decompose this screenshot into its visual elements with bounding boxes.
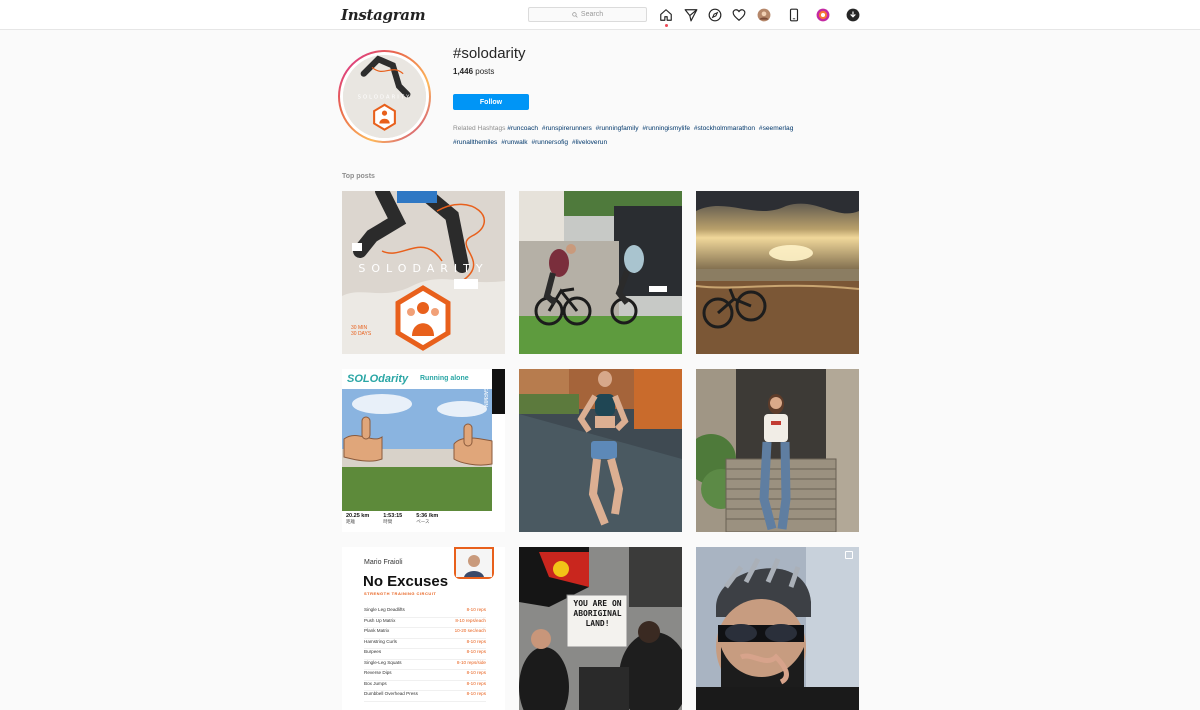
post-image [696,191,859,354]
exercise-name: Hamstring Curls [364,638,397,644]
post-side-label: GARMIN [482,387,488,407]
instagram-logo[interactable]: Instagram [341,6,426,24]
exercise-reps: 8-10 reps/each [455,617,486,623]
post-image [519,369,682,532]
search-input[interactable]: Search [528,7,647,22]
direct-messages-icon[interactable] [684,8,698,22]
post-tile[interactable]: SOLODARITY 30 MIN 30 DAYS [342,191,505,354]
post-image [342,369,505,532]
exercise-row: Box Jumps 8-10 reps [364,680,486,691]
post-tile[interactable] [519,369,682,532]
stat-item: 20.25 km 距離 [346,513,369,525]
exercise-reps: 8-10 reps [466,670,486,675]
related-hashtag-link[interactable]: #runallthemiles [453,139,497,146]
post-tile[interactable]: YOU ARE ON ABORIGINAL LAND! [519,547,682,710]
post-tile[interactable] [696,191,859,354]
author-photo [456,549,492,577]
exercise-name: Single-Leg Squats [364,659,402,665]
stat-item: 1:53:15 時間 [383,513,402,525]
post-brand-text: SOLODARITY [358,262,489,275]
exercise-name: Push Up Matrix [364,617,396,623]
post-subtitle: Running alone [420,375,469,382]
exercise-list: Single Leg Deadlifts 8-10 reps Push Up Ma… [364,607,486,702]
exercise-row: Burpees 8-10 reps [364,649,486,660]
post-title: No Excuses [363,573,449,590]
exercise-name: Dumbbell Overhead Press [364,691,418,696]
home-icon[interactable] [659,8,673,22]
top-navigation-bar: Instagram Search [0,0,1200,30]
hashtag-profile-picture[interactable]: SOLODARITY [338,50,431,143]
related-hashtags-label: Related Hashtags [453,125,506,132]
post-stat-block: 20.25 km 距離 1:53:15 時間 5:36 /km ペース [346,513,476,525]
post-photo-frame [454,547,494,579]
exercise-reps: 8-10 reps [466,607,486,612]
mobile-phone-icon[interactable] [787,8,801,22]
exercise-reps: 8-10 reps [466,638,486,644]
related-hashtag-link[interactable]: #runcoach [507,125,538,132]
svg-text:SOLODARITY: SOLODARITY [358,95,412,101]
related-hashtag-link[interactable]: #runwalk [501,139,527,146]
user-avatar[interactable] [757,8,771,22]
exercise-row: Hamstring Curls 8-10 reps [364,638,486,649]
exercise-reps: 8-10 reps [466,680,486,686]
post-count: 1,446 posts [453,67,494,76]
post-tile[interactable]: Mario Fraioli No Excuses STRENGTH TRAINI… [342,547,505,710]
extension-icon[interactable] [816,8,830,22]
top-posts-grid: SOLODARITY 30 MIN 30 DAYS SOLOdarity Run… [342,191,860,710]
search-icon [572,11,578,18]
exercise-reps: 8-10 reps [466,691,486,696]
related-hashtag-link[interactable]: #runningfamily [596,125,639,132]
post-subtitle: STRENGTH TRAINING CIRCUIT [364,591,437,596]
post-note: 30 DAYS [351,331,372,337]
related-hashtag-link[interactable]: #seemerlag [759,125,793,132]
post-tile[interactable] [519,191,682,354]
post-image [519,191,682,354]
post-image [696,547,859,710]
exercise-reps: 8-10 reps [466,649,486,654]
post-title: SOLOdarity [347,373,409,385]
solodarity-runner-logo: SOLODARITY [343,55,426,138]
post-tile[interactable] [696,547,859,710]
exercise-name: Single Leg Deadlifts [364,607,405,612]
related-hashtag-link[interactable]: #liveloverun [572,139,607,146]
exercise-name: Burpees [364,649,382,654]
stat-item: 5:36 /km ペース [416,513,438,525]
related-hashtag-link[interactable]: #runspirerunners [542,125,592,132]
related-hashtags: Related Hashtags #runcoach #runspirerunn… [453,122,853,150]
post-count-number: 1,446 [453,67,474,76]
top-posts-label: Top posts [342,173,375,180]
exercise-row: Single-Leg Squats 8-10 reps/side [364,659,486,670]
exercise-name: Reverse Dips [364,670,392,675]
protest-sign-text: YOU ARE ON ABORIGINAL LAND! [573,599,622,628]
exercise-row: Plank Matrix 10-20 sec/each [364,628,486,639]
related-hashtag-link[interactable]: #runningismylife [642,125,690,132]
stat-label: 距離 [346,519,355,524]
exercise-row: Dumbbell Overhead Press 8-10 reps [364,691,486,702]
related-hashtag-link[interactable]: #stockholmmarathon [694,125,755,132]
post-image [696,369,859,532]
follow-button[interactable]: Follow [453,94,529,110]
active-indicator-dot [665,24,668,27]
exercise-reps: 8-10 reps/side [456,659,486,665]
search-placeholder: Search [580,11,604,18]
post-tile[interactable] [696,369,859,532]
post-author-name: Mario Fraioli [364,559,403,566]
exercise-row: Push Up Matrix 8-10 reps/each [364,617,486,628]
stat-label: ペース [416,519,430,524]
activity-heart-icon[interactable] [732,8,746,22]
exercise-row: Single Leg Deadlifts 8-10 reps [364,607,486,618]
multiple-photos-icon [845,551,853,559]
hashtag-title: #solodarity [453,45,526,62]
exercise-name: Box Jumps [364,680,387,686]
related-hashtag-link[interactable]: #runnersofig [531,139,568,146]
exercise-reps: 10-20 sec/each [454,628,486,633]
download-icon[interactable] [846,8,860,22]
post-count-label: posts [475,67,495,76]
explore-icon[interactable] [708,8,722,22]
exercise-name: Plank Matrix [364,628,390,633]
exercise-row: Reverse Dips 8-10 reps [364,670,486,681]
stat-label: 時間 [383,519,393,524]
post-tile[interactable]: SOLOdarity Running alone GARMIN 20.25 km… [342,369,505,532]
